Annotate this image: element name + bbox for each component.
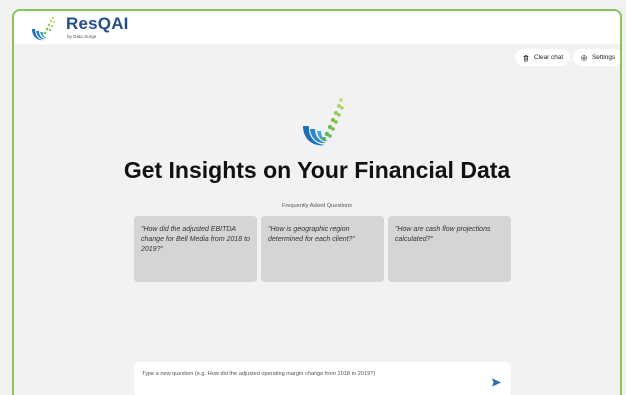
brand-tagline: by Data Surge bbox=[67, 34, 97, 39]
clear-chat-button[interactable]: Clear chat bbox=[515, 49, 571, 66]
brand-logo: ResQAI by Data Surge bbox=[26, 13, 129, 43]
brand-name: ResQAI bbox=[66, 14, 129, 33]
faq-card-geographic-region[interactable]: "How is geographic region determined for… bbox=[261, 216, 384, 282]
trash-icon bbox=[523, 54, 529, 62]
app-frame: ResQAI by Data Surge Clear chat Settings bbox=[12, 9, 622, 395]
faq-title: Frequently Asked Questions bbox=[282, 203, 352, 209]
question-composer bbox=[134, 362, 511, 395]
settings-button[interactable]: Settings bbox=[573, 49, 620, 66]
faq-card-cash-flow[interactable]: "How are cash flow projections calculate… bbox=[388, 216, 511, 282]
faq-card-ebitda[interactable]: "How did the adjusted EBITDA change for … bbox=[134, 216, 257, 282]
settings-label: Settings bbox=[592, 54, 616, 61]
gear-icon bbox=[581, 54, 587, 61]
resqai-logo-icon bbox=[32, 17, 55, 41]
top-bar: ResQAI by Data Surge bbox=[14, 11, 620, 44]
question-input[interactable] bbox=[142, 367, 472, 381]
clear-chat-label: Clear chat bbox=[534, 54, 564, 61]
send-icon[interactable] bbox=[491, 377, 502, 388]
page-headline: Get Insights on Your Financial Data bbox=[123, 157, 511, 183]
hero-logo-icon bbox=[303, 98, 344, 146]
